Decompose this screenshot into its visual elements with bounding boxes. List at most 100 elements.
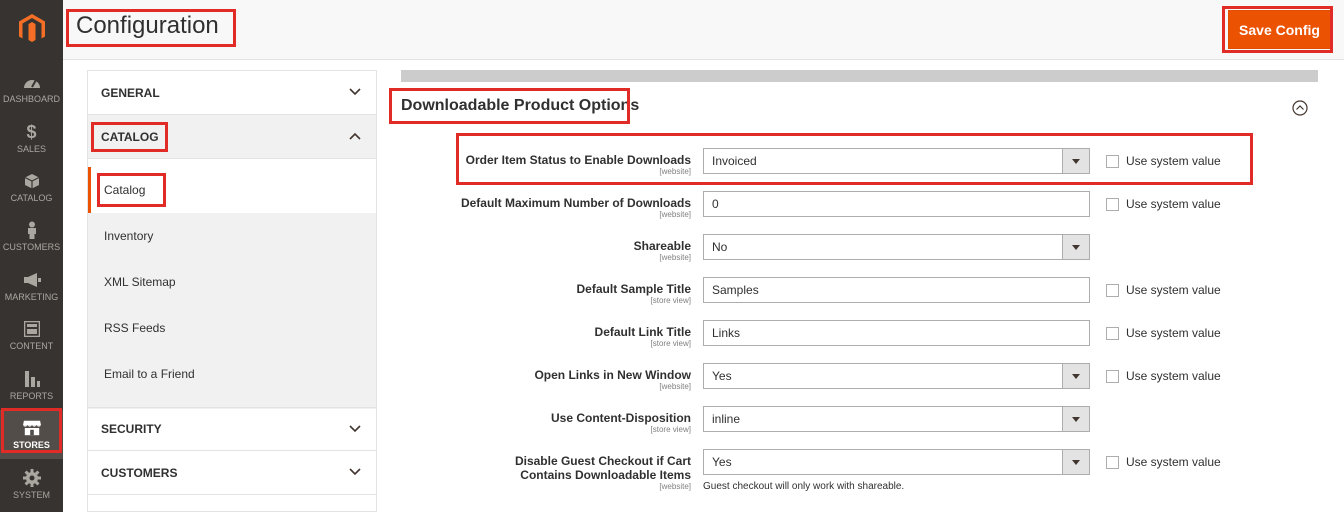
field-note: Guest checkout will only work with share… xyxy=(703,481,905,492)
nav-label: SALES xyxy=(16,144,47,154)
dropdown-arrow-icon xyxy=(1062,407,1089,431)
nav-sales[interactable]: $ SALES xyxy=(0,114,63,163)
dropdown-arrow-icon xyxy=(1062,235,1089,259)
nav-label: SYSTEM xyxy=(12,490,50,500)
nav-catalog[interactable]: CATALOG xyxy=(0,163,63,212)
tab-catalog[interactable]: CATALOG xyxy=(88,115,376,159)
bar-chart-icon xyxy=(23,370,41,388)
dollar-icon: $ xyxy=(26,121,37,142)
dashboard-icon xyxy=(23,73,41,91)
field-row-guest-checkout: Disable Guest Checkout if Cart Contains … xyxy=(401,449,1301,499)
field-row-sample-title: Default Sample Title [store view] Samples… xyxy=(401,277,1301,317)
page-title: Configuration xyxy=(76,12,219,39)
checkbox-icon xyxy=(1106,326,1119,340)
box-icon xyxy=(23,172,41,190)
field-row-order-item-status: Order Item Status to Enable Downloads [we… xyxy=(401,148,1301,188)
field-scope: [website] xyxy=(659,253,691,262)
tab-label: CUSTOMERS xyxy=(101,465,178,480)
section-title[interactable]: Downloadable Product Options xyxy=(401,97,639,115)
sub-item-xml-sitemap[interactable]: XML Sitemap xyxy=(88,259,376,305)
sub-item-inventory[interactable]: Inventory xyxy=(88,213,376,259)
tab-security[interactable]: SECURITY xyxy=(88,407,376,451)
field-scope: [website] xyxy=(659,210,691,219)
use-system-value-checkbox[interactable]: Use system value xyxy=(1106,326,1221,340)
use-system-value-checkbox[interactable]: Use system value xyxy=(1106,197,1221,211)
nav-dashboard[interactable]: DASHBOARD xyxy=(0,64,63,113)
sub-item-catalog[interactable]: Catalog xyxy=(88,167,376,213)
use-system-value-checkbox[interactable]: Use system value xyxy=(1106,369,1221,383)
nav-label: STORES xyxy=(13,440,50,450)
dropdown-arrow-icon xyxy=(1062,364,1089,388)
nav-label: DASHBOARD xyxy=(2,94,60,104)
config-tabs: GENERAL CATALOG Catalog Inventory XML Si… xyxy=(87,70,377,512)
tab-label: CATALOG xyxy=(101,129,159,144)
nav-content[interactable]: CONTENT xyxy=(0,311,63,360)
field-scope: [store view] xyxy=(650,296,691,305)
checkbox-icon xyxy=(1106,283,1119,297)
collapse-icon[interactable] xyxy=(1292,100,1308,116)
page-header: Configuration Save Config xyxy=(63,0,1344,60)
field-row-max-downloads: Default Maximum Number of Downloads [webs… xyxy=(401,191,1301,231)
order-item-status-select[interactable]: Invoiced xyxy=(703,148,1090,174)
field-label: Use Content-Disposition [store view] xyxy=(391,411,691,434)
field-label: Default Sample Title [store view] xyxy=(391,282,691,305)
chevron-down-icon xyxy=(349,88,361,96)
gear-icon xyxy=(22,469,41,487)
catalog-sub-list: Catalog Inventory XML Sitemap RSS Feeds … xyxy=(88,167,376,409)
chevron-up-icon xyxy=(349,132,361,140)
field-row-shareable: Shareable [website] No xyxy=(401,234,1301,274)
megaphone-icon xyxy=(23,271,41,289)
sub-item-rss-feeds[interactable]: RSS Feeds xyxy=(88,305,376,351)
use-system-value-checkbox[interactable]: Use system value xyxy=(1106,283,1221,297)
nav-label: CATALOG xyxy=(10,193,53,203)
admin-sidebar: DASHBOARD $ SALES CATALOG CUSTOMERS MARK… xyxy=(0,0,63,512)
dropdown-arrow-icon xyxy=(1062,149,1089,173)
shareable-select[interactable]: No xyxy=(703,234,1090,260)
use-system-value-checkbox[interactable]: Use system value xyxy=(1106,154,1221,168)
field-label: Default Link Title [store view] xyxy=(391,325,691,348)
section-divider xyxy=(401,70,1318,82)
guest-checkout-select[interactable]: Yes xyxy=(703,449,1090,475)
layout-icon xyxy=(23,320,41,338)
magento-logo-icon[interactable] xyxy=(0,0,63,58)
nav-marketing[interactable]: MARKETING xyxy=(0,262,63,311)
field-label: Open Links in New Window [website] xyxy=(391,368,691,391)
field-scope: [store view] xyxy=(650,339,691,348)
store-icon xyxy=(22,419,41,437)
nav-stores[interactable]: STORES xyxy=(0,410,63,459)
tab-general[interactable]: GENERAL xyxy=(88,71,376,115)
save-config-button[interactable]: Save Config xyxy=(1228,10,1331,49)
chevron-down-icon xyxy=(349,468,361,476)
link-title-input[interactable]: Links xyxy=(703,320,1090,346)
field-label: Default Maximum Number of Downloads [webs… xyxy=(391,196,691,219)
field-scope: [store view] xyxy=(650,425,691,434)
field-label: Shareable [website] xyxy=(391,239,691,262)
tab-label: SECURITY xyxy=(101,422,162,436)
nav-label: REPORTS xyxy=(9,391,54,401)
nav-system[interactable]: SYSTEM xyxy=(0,460,63,509)
chevron-down-icon xyxy=(349,425,361,433)
content-disposition-select[interactable]: inline xyxy=(703,406,1090,432)
checkbox-icon xyxy=(1106,369,1119,383)
field-scope: [website] xyxy=(659,482,691,491)
nav-label: CONTENT xyxy=(9,341,54,351)
nav-customers[interactable]: CUSTOMERS xyxy=(0,212,63,261)
nav-reports[interactable]: REPORTS xyxy=(0,361,63,410)
field-row-open-links: Open Links in New Window [website] Yes Us… xyxy=(401,363,1301,403)
tab-customers[interactable]: CUSTOMERS xyxy=(88,451,376,495)
nav-label: CUSTOMERS xyxy=(2,242,61,252)
checkbox-icon xyxy=(1106,455,1119,469)
sub-item-email-friend[interactable]: Email to a Friend xyxy=(88,351,376,397)
open-links-select[interactable]: Yes xyxy=(703,363,1090,389)
use-system-value-checkbox[interactable]: Use system value xyxy=(1106,455,1221,469)
sample-title-input[interactable]: Samples xyxy=(703,277,1090,303)
field-label: Disable Guest Checkout if Cart Contains … xyxy=(461,454,691,491)
nav-label: MARKETING xyxy=(4,292,59,302)
dropdown-arrow-icon xyxy=(1062,450,1089,474)
field-label: Order Item Status to Enable Downloads [we… xyxy=(391,153,691,176)
field-scope: [website] xyxy=(659,167,691,176)
max-downloads-input[interactable]: 0 xyxy=(703,191,1090,217)
field-scope: [website] xyxy=(659,382,691,391)
field-row-link-title: Default Link Title [store view] Links Use… xyxy=(401,320,1301,360)
tab-label: GENERAL xyxy=(101,85,160,100)
